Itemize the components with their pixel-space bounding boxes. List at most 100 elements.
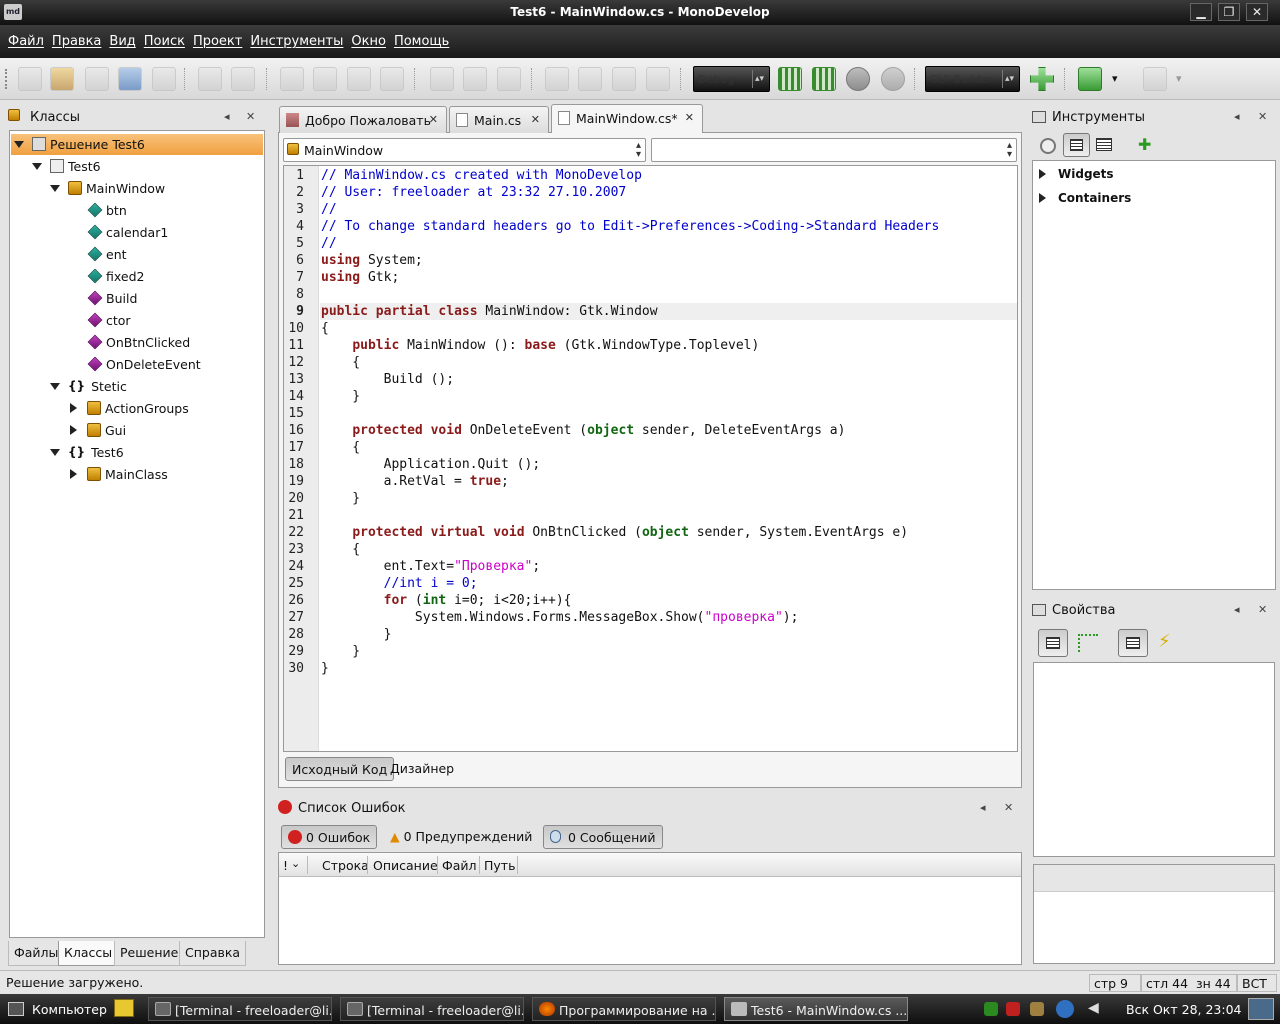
navigate-back-icon[interactable]: [1078, 67, 1102, 91]
tree-item-method[interactable]: OnDeleteEvent: [87, 353, 201, 375]
pad-dock-icon[interactable]: ◂: [224, 110, 230, 123]
tree-item-field[interactable]: calendar1: [87, 221, 168, 243]
menu-window[interactable]: Окно: [347, 34, 390, 49]
add-toolbox-item-icon[interactable]: ✚: [1138, 137, 1151, 153]
menu-file[interactable]: Файл: [4, 34, 48, 49]
pad-dock-icon[interactable]: ◂: [980, 801, 986, 814]
start-menu-button[interactable]: Компьютер: [32, 1002, 107, 1017]
comment-icon[interactable]: [612, 67, 636, 91]
menu-tools[interactable]: Инструменты: [246, 34, 347, 49]
warnings-filter-button[interactable]: ▲ 0 Предупреждений: [390, 829, 532, 844]
menu-help[interactable]: Помощь: [390, 34, 453, 49]
notes-launcher-icon[interactable]: [114, 999, 134, 1017]
tab-solution[interactable]: Решение: [114, 941, 185, 966]
tree-item-method[interactable]: ctor: [87, 309, 131, 331]
tray-volume-icon[interactable]: ◀: [1088, 1000, 1099, 1016]
rebuild-icon[interactable]: [812, 67, 836, 91]
class-combo[interactable]: MainWindow ▴ ▾: [283, 138, 646, 162]
col-type[interactable]: !: [283, 858, 288, 873]
tree-item-method[interactable]: Build: [87, 287, 137, 309]
new-file-icon[interactable]: [18, 67, 42, 91]
copy-icon[interactable]: [313, 67, 337, 91]
col-path[interactable]: Путь: [484, 858, 515, 873]
close-button[interactable]: ✕: [1246, 3, 1268, 21]
task-terminal-2[interactable]: [Terminal - freeloader@li...: [340, 997, 524, 1021]
tree-item-solution[interactable]: Решение Test6: [14, 133, 145, 155]
tree-item-class[interactable]: MainWindow: [50, 177, 165, 199]
build-icon[interactable]: [778, 67, 802, 91]
filter-search-icon[interactable]: [1040, 138, 1056, 154]
delete-icon[interactable]: [380, 67, 404, 91]
status-insert-mode[interactable]: ВСТ: [1237, 974, 1277, 992]
task-firefox[interactable]: Программирование на ...: [532, 997, 716, 1021]
doc-tab-main[interactable]: Main.cs ✕: [449, 106, 549, 133]
props-sort-icon[interactable]: [1078, 634, 1098, 652]
print-icon[interactable]: [152, 67, 176, 91]
pad-dock-icon[interactable]: ◂: [1234, 110, 1240, 123]
undo-icon[interactable]: [198, 67, 222, 91]
task-monodevelop[interactable]: Test6 - MainWindow.cs ...: [724, 997, 908, 1021]
cut-icon[interactable]: [280, 67, 304, 91]
back-dropdown-icon[interactable]: ▾: [1112, 72, 1118, 85]
runtime-combo[interactable]: GUI Builder ▴▾: [925, 66, 1020, 92]
col-description[interactable]: Описание: [373, 858, 438, 873]
toolbox-group-widgets[interactable]: Widgets: [1039, 163, 1114, 185]
doc-tab-welcome[interactable]: Добро Пожаловать ✕: [279, 106, 447, 133]
toolbar-grip[interactable]: [5, 69, 9, 89]
tree-item-field[interactable]: fixed2: [87, 265, 144, 287]
menu-edit[interactable]: Правка: [48, 34, 105, 49]
pad-close-icon[interactable]: ✕: [1258, 110, 1267, 123]
configuration-combo[interactable]: Debug ▴▾: [693, 66, 770, 92]
task-terminal-1[interactable]: [Terminal - freeloader@li...: [148, 997, 332, 1021]
close-tab-icon[interactable]: ✕: [531, 113, 540, 126]
find-next-icon[interactable]: [463, 67, 487, 91]
doc-tab-mainwindow[interactable]: MainWindow.cs* ✕: [551, 104, 703, 133]
paste-icon[interactable]: [347, 67, 371, 91]
unindent-icon[interactable]: [578, 67, 602, 91]
props-events-icon[interactable]: ⚡: [1158, 631, 1171, 652]
add-icon[interactable]: [1030, 67, 1054, 91]
minimize-button[interactable]: ▁: [1190, 3, 1212, 21]
tray-network-icon[interactable]: [984, 1002, 998, 1016]
menu-view[interactable]: Вид: [105, 34, 139, 49]
forward-dropdown-icon[interactable]: ▾: [1176, 72, 1182, 85]
tree-item-namespace[interactable]: {} Test6: [50, 441, 124, 463]
props-properties-tab-icon[interactable]: [1118, 629, 1148, 657]
tree-item-namespace[interactable]: {} Stetic: [50, 375, 127, 397]
tab-files[interactable]: Файлы: [8, 941, 65, 966]
tree-item-field[interactable]: ent: [87, 243, 127, 265]
list-view-icon[interactable]: [1063, 133, 1090, 157]
col-line[interactable]: Строка: [322, 858, 369, 873]
tree-item-class[interactable]: Gui: [70, 419, 126, 441]
member-combo[interactable]: ▴ ▾: [651, 138, 1017, 162]
tree-item-method[interactable]: OnBtnClicked: [87, 331, 190, 353]
tray-clipboard-icon[interactable]: [1030, 1002, 1044, 1016]
compact-view-icon[interactable]: [1096, 138, 1112, 151]
tray-update-icon[interactable]: [1006, 1002, 1020, 1016]
pad-dock-icon[interactable]: ◂: [1234, 603, 1240, 616]
source-view-tab[interactable]: Исходный Код: [285, 757, 395, 781]
tree-item-field[interactable]: btn: [87, 199, 127, 221]
save-icon[interactable]: [85, 67, 109, 91]
navigate-forward-icon[interactable]: [1143, 67, 1167, 91]
uncomment-icon[interactable]: [646, 67, 670, 91]
show-desktop-icon[interactable]: [1248, 998, 1274, 1020]
pad-close-icon[interactable]: ✕: [246, 110, 255, 123]
menu-project[interactable]: Проект: [189, 34, 246, 49]
tree-item-project[interactable]: Test6: [32, 155, 101, 177]
col-file[interactable]: Файл: [442, 858, 477, 873]
indent-icon[interactable]: [545, 67, 569, 91]
pad-close-icon[interactable]: ✕: [1004, 801, 1013, 814]
property-grid[interactable]: [1033, 662, 1275, 857]
errors-filter-button[interactable]: 0 Ошибок: [281, 825, 378, 849]
maximize-button[interactable]: ❐: [1218, 3, 1240, 21]
tree-item-class[interactable]: ActionGroups: [70, 397, 189, 419]
replace-icon[interactable]: [497, 67, 521, 91]
open-file-icon[interactable]: [50, 67, 74, 91]
pad-close-icon[interactable]: ✕: [1258, 603, 1267, 616]
stop-icon[interactable]: [881, 67, 905, 91]
menu-search[interactable]: Поиск: [140, 34, 189, 49]
messages-filter-button[interactable]: 0 Сообщений: [543, 825, 663, 849]
find-icon[interactable]: [430, 67, 454, 91]
tree-item-class[interactable]: MainClass: [70, 463, 168, 485]
